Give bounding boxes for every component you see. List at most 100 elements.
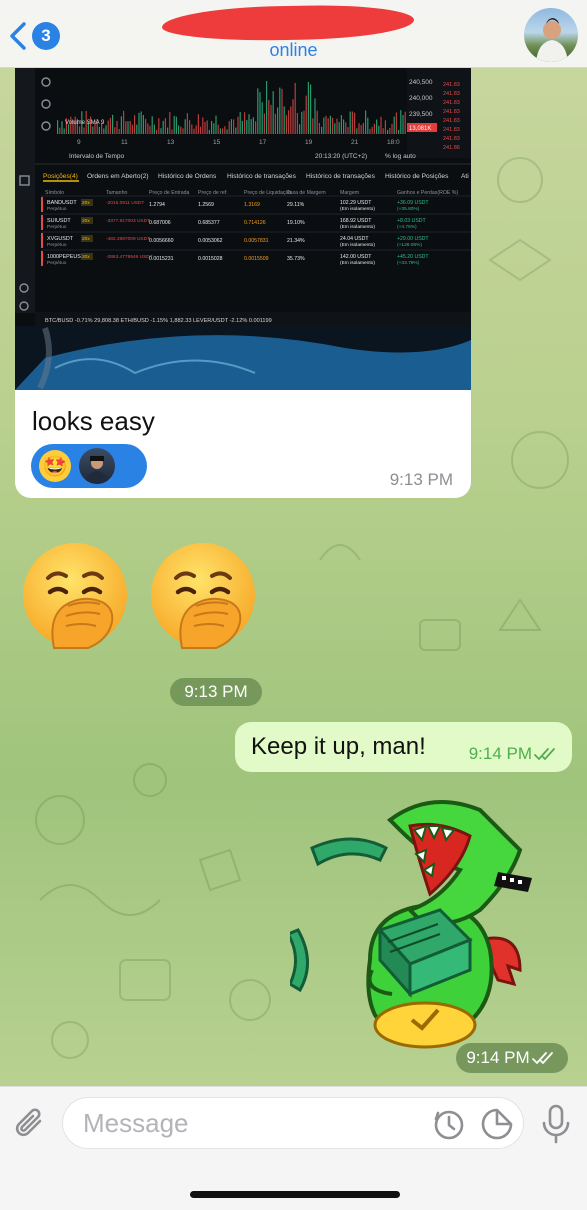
cell-leverage: 20x xyxy=(82,236,90,242)
side-price: 241.83 xyxy=(443,118,460,124)
volume-bar xyxy=(215,115,217,134)
volume-bar xyxy=(224,126,226,134)
volume-bar xyxy=(105,125,107,134)
double-check-icon xyxy=(534,748,555,761)
volume-bar xyxy=(136,124,138,134)
volume-bar xyxy=(376,119,378,134)
tab-positions[interactable]: Posições(4) xyxy=(43,173,78,180)
short-marker xyxy=(41,197,43,212)
volume-bar xyxy=(290,106,292,134)
volume-bar xyxy=(316,110,318,134)
microphone-icon[interactable] xyxy=(540,1103,572,1145)
cell-entry: 1.2794 xyxy=(149,202,165,208)
volume-bar xyxy=(380,116,382,134)
cell-contract: Perpétuo xyxy=(47,260,67,266)
hand-over-mouth-emoji-icon xyxy=(23,543,127,649)
tab-more[interactable]: Ati xyxy=(461,173,469,180)
cell-symbol: XVGUSDT xyxy=(47,236,74,242)
volume-bar xyxy=(197,114,199,134)
incoming-photo-bubble[interactable]: 240,500 240,000 239,500 13,081K 241.83 2… xyxy=(15,68,471,498)
price-label: 239,500 xyxy=(409,111,433,118)
volume-bar xyxy=(109,117,111,134)
volume-bar xyxy=(270,104,272,134)
cell-size: -3377.817003 USDT xyxy=(106,218,150,224)
cell-ref: 0.0015028 xyxy=(198,256,223,262)
short-marker xyxy=(41,215,43,230)
contact-avatar[interactable] xyxy=(524,8,578,62)
volume-bar xyxy=(131,124,133,134)
tab-order-history[interactable]: Histórico de Ordens xyxy=(158,173,217,180)
sticker-time: 9:14 PM xyxy=(456,1043,568,1073)
cell-symbol: SUIUSDT xyxy=(47,218,71,224)
volume-bar xyxy=(277,107,279,134)
price-tag: 13,081K xyxy=(409,126,431,132)
volume-bar xyxy=(103,128,105,134)
volume-bar xyxy=(208,129,210,134)
volume-bar xyxy=(114,127,116,134)
cell-margin: 24.04 USDT xyxy=(340,236,369,242)
volume-bar xyxy=(323,117,325,134)
volume-bar xyxy=(354,112,356,134)
trading-screenshot-photo[interactable]: 240,500 240,000 239,500 13,081K 241.83 2… xyxy=(15,68,471,390)
volume-bar xyxy=(279,87,281,134)
cell-pnl: +36.09 USDT xyxy=(397,200,429,206)
cell-leverage: 20x xyxy=(82,254,90,260)
volume-bar xyxy=(222,128,224,134)
volume-bar xyxy=(145,118,147,134)
volume-bar xyxy=(312,118,314,134)
dinosaur-money-sticker[interactable] xyxy=(290,790,550,1060)
volume-bar xyxy=(299,124,301,134)
volume-bar xyxy=(178,125,180,134)
tab-transactions[interactable]: Histórico de transações xyxy=(227,173,297,180)
col-symbol: Símbolo xyxy=(45,190,64,196)
volume-bar xyxy=(391,123,393,134)
outgoing-message-bubble[interactable]: Keep it up, man! 9:14 PM xyxy=(235,722,572,772)
volume-bar xyxy=(345,122,347,134)
volume-bar xyxy=(310,84,312,134)
message-time: 9:13 PM xyxy=(170,678,262,706)
volume-bar xyxy=(384,120,386,134)
reactor-avatar xyxy=(79,448,115,484)
volume-bar xyxy=(57,120,59,134)
volume-bar xyxy=(250,119,252,134)
volume-bar xyxy=(195,125,197,134)
svg-text:11: 11 xyxy=(121,139,128,146)
volume-bar xyxy=(255,121,257,134)
volume-bar xyxy=(296,112,298,134)
paperclip-icon[interactable] xyxy=(12,1105,50,1143)
cell-entry: 0.687006 xyxy=(149,220,171,226)
double-check-icon xyxy=(531,1052,553,1065)
volume-bar xyxy=(171,129,173,134)
volume-bar xyxy=(211,120,213,134)
col-entry: Preço de Entrada xyxy=(149,190,189,196)
trading-screenshot: 240,500 240,000 239,500 13,081K 241.83 2… xyxy=(15,68,471,390)
interval-label: Intervalo de Tempo xyxy=(69,153,125,160)
emoji-message[interactable] xyxy=(20,540,258,650)
message-time: 9:14 PM xyxy=(466,1048,530,1067)
person-photo xyxy=(536,18,568,62)
volume-bar xyxy=(61,121,63,134)
volume-bar xyxy=(263,113,265,134)
timer-icon[interactable] xyxy=(432,1107,466,1141)
tab-open-orders[interactable]: Ordens em Aberto(2) xyxy=(87,173,149,180)
cell-margin-sub: (Em isolamento) xyxy=(340,206,375,212)
side-price: 241.86 xyxy=(443,145,460,151)
volume-bar xyxy=(285,115,287,134)
tab-transactions-2[interactable]: Histórico de transações xyxy=(306,173,376,180)
volume-bar xyxy=(268,99,270,134)
star-struck-emoji-icon: 🤩 xyxy=(39,450,71,482)
side-price: 241.83 xyxy=(443,82,460,88)
cell-size: -482.3697009 USDT xyxy=(106,236,150,242)
tab-position-history[interactable]: Histórico de Posições xyxy=(385,173,449,180)
reactions-pill[interactable]: 🤩 xyxy=(31,444,147,488)
volume-bar xyxy=(274,113,276,134)
svg-text:21: 21 xyxy=(351,139,359,146)
svg-text:15: 15 xyxy=(213,139,221,146)
cell-roe: (+128.08%) xyxy=(397,242,422,248)
sticker-icon[interactable] xyxy=(480,1107,514,1141)
cell-liq: 0.0057831 xyxy=(244,238,269,244)
volume-bar xyxy=(160,128,162,134)
volume-bar xyxy=(83,127,85,134)
volume-bar xyxy=(246,120,248,134)
redacted-chat-name[interactable] xyxy=(161,3,415,43)
